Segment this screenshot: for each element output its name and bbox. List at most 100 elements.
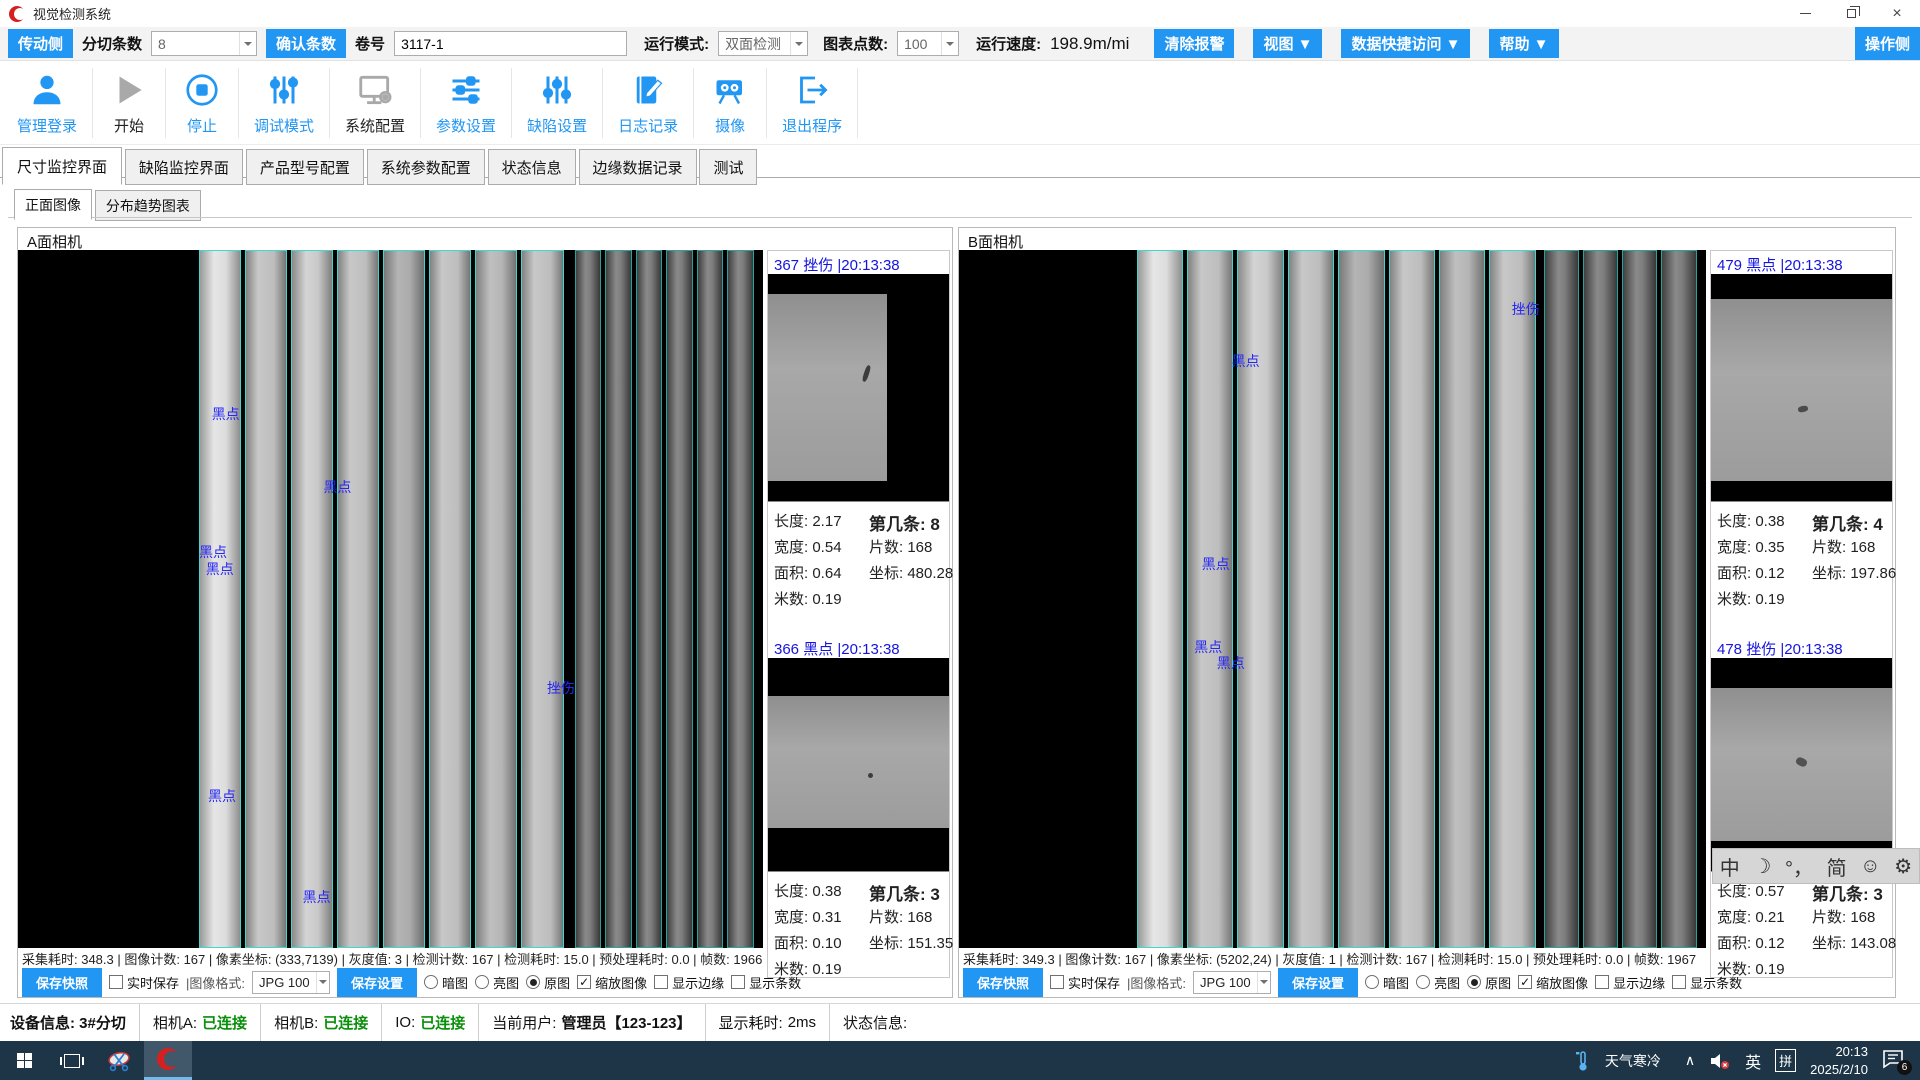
operator-side-button[interactable]: 操作侧 — [1855, 27, 1920, 60]
start-button[interactable]: 开始 — [93, 68, 166, 138]
notification-center-button[interactable]: 6 — [1882, 1049, 1908, 1073]
title-bar: 视觉检测系统 × — [0, 0, 1920, 27]
start-button[interactable] — [0, 1041, 48, 1080]
confirm-count-button[interactable]: 确认条数 — [266, 29, 346, 58]
app-logo-icon — [9, 6, 25, 22]
inspection-app-taskbar-button[interactable] — [144, 1041, 192, 1080]
ime-punctuation-icon[interactable]: °， — [1785, 852, 1813, 881]
defect-card[interactable]: 479 黑点 |20:13:38 长度: 0.38 宽度: 0.35 面积: 0… — [1711, 251, 1892, 614]
close-button[interactable]: × — [1874, 0, 1920, 27]
dark-image-radio[interactable]: 暗图 — [424, 973, 468, 992]
tab-status-info[interactable]: 状态信息 — [488, 149, 576, 185]
language-indicator[interactable]: 英 — [1745, 1049, 1761, 1073]
minimize-button[interactable] — [1782, 0, 1828, 27]
realtime-save-checkbox[interactable]: 实时保存 — [1050, 973, 1120, 992]
show-edge-checkbox[interactable]: 显示边缘 — [654, 973, 724, 992]
width-label: 宽度: — [774, 909, 808, 926]
length-value: 2.17 — [812, 513, 841, 530]
strip-no-label: 第几条: — [1812, 885, 1869, 904]
thermometer-icon — [1575, 1050, 1591, 1072]
tab-defect-monitor[interactable]: 缺陷监控界面 — [125, 149, 243, 185]
ime-halfwidth-icon[interactable]: ☽ — [1753, 854, 1771, 879]
data-quick-access-button[interactable]: 数据快捷访问 ▼ — [1341, 29, 1470, 58]
speaker-muted-icon[interactable] — [1709, 1052, 1731, 1070]
camera-capture-button[interactable]: 摄像 — [694, 68, 767, 138]
clear-alarm-button[interactable]: 清除报警 — [1154, 29, 1234, 58]
tray-expand-chevron[interactable]: ∧ — [1685, 1052, 1695, 1069]
help-menu-button[interactable]: 帮助 ▼ — [1489, 29, 1558, 58]
emoji-icon[interactable]: ☺ — [1860, 855, 1880, 878]
sliders-vertical-icon — [536, 69, 578, 111]
camera-b-image[interactable]: 黑点 挫伤 黑点 黑点 黑点 — [959, 250, 1706, 948]
tab-test[interactable]: 测试 — [699, 149, 757, 185]
bright-image-radio[interactable]: 亮图 — [1416, 973, 1460, 992]
gear-icon[interactable]: ⚙ — [1894, 854, 1912, 879]
original-image-radio[interactable]: 原图 — [1467, 973, 1511, 992]
meters-value: 0.19 — [812, 591, 841, 608]
zoom-image-checkbox[interactable]: ✓缩放图像 — [1518, 973, 1588, 992]
run-mode-select[interactable]: 双面检测 — [718, 31, 808, 56]
image-format-select[interactable]: JPG 100 — [1193, 971, 1271, 994]
show-edge-checkbox[interactable]: 显示边缘 — [1595, 973, 1665, 992]
stop-button[interactable]: 停止 — [166, 68, 239, 138]
parameter-settings-button[interactable]: 参数设置 — [421, 68, 512, 138]
pieces-value: 168 — [907, 539, 932, 556]
strip-no-label: 第几条: — [869, 885, 926, 904]
drive-side-button[interactable]: 传动侧 — [8, 29, 73, 58]
camera-a-image[interactable]: 黑点 黑点 黑点 黑点 挫伤 黑点 黑点 — [18, 250, 763, 948]
coord-label: 坐标: — [1812, 565, 1846, 582]
ime-lang-button[interactable]: 中 — [1720, 852, 1740, 881]
task-view-icon — [64, 1054, 80, 1068]
dark-image-radio[interactable]: 暗图 — [1365, 973, 1409, 992]
debug-mode-button[interactable]: 调试模式 — [239, 68, 330, 138]
strip-no-label: 第几条: — [1812, 515, 1869, 534]
save-snapshot-button[interactable]: 保存快照 — [22, 968, 102, 997]
pieces-value: 168 — [1850, 539, 1875, 556]
tab-system-param-config[interactable]: 系统参数配置 — [367, 149, 485, 185]
save-settings-button[interactable]: 保存设置 — [1278, 968, 1358, 997]
weather-text[interactable]: 天气寒冷 — [1605, 1051, 1661, 1071]
bright-image-radio[interactable]: 亮图 — [475, 973, 519, 992]
snipping-tool-button[interactable] — [96, 1041, 144, 1080]
slit-count-select[interactable]: 8 — [151, 31, 257, 56]
ime-mode-indicator[interactable]: 拼 — [1775, 1049, 1796, 1072]
inspection-app-icon — [157, 1048, 179, 1070]
ime-simplified-button[interactable]: 简 — [1827, 852, 1847, 881]
defect-marker-label: 黑点 — [206, 559, 234, 579]
taskbar-clock[interactable]: 20:13 2025/2/10 — [1810, 1043, 1868, 1078]
chart-points-select[interactable]: 100 — [897, 31, 959, 56]
defect-settings-button[interactable]: 缺陷设置 — [512, 68, 603, 138]
area-label: 面积: — [774, 935, 808, 952]
tab-size-monitor[interactable]: 尺寸监控界面 — [2, 147, 122, 185]
user-icon — [26, 69, 68, 111]
image-format-select[interactable]: JPG 100 — [252, 971, 330, 994]
camera-a-conn-status: 已连接 — [202, 1012, 247, 1033]
subtab-front-image[interactable]: 正面图像 — [14, 189, 92, 220]
width-label: 宽度: — [1717, 909, 1751, 926]
strip-no-value: 3 — [930, 885, 939, 904]
system-config-button[interactable]: 系统配置 — [330, 68, 421, 138]
roll-number-input[interactable] — [394, 31, 627, 56]
show-strips-checkbox[interactable]: 显示条数 — [731, 973, 801, 992]
defect-marker-label: 挫伤 — [1512, 299, 1540, 319]
task-view-button[interactable] — [48, 1041, 96, 1080]
defect-card[interactable]: 367 挫伤 |20:13:38 长度: 2.17 宽度: 0.54 面积: 0… — [768, 251, 949, 614]
save-settings-button[interactable]: 保存设置 — [337, 968, 417, 997]
zoom-image-checkbox[interactable]: ✓缩放图像 — [577, 973, 647, 992]
tab-edge-data-record[interactable]: 边缘数据记录 — [579, 149, 697, 185]
view-menu-button[interactable]: 视图 ▼ — [1253, 29, 1322, 58]
tab-product-model-config[interactable]: 产品型号配置 — [246, 149, 364, 185]
defect-card[interactable]: 478 挫伤 |20:13:38 长度: 0.57 宽度: 0.21 面积: 0… — [1711, 635, 1892, 984]
original-image-radio[interactable]: 原图 — [526, 973, 570, 992]
show-strips-checkbox[interactable]: 显示条数 — [1672, 973, 1742, 992]
defect-card[interactable]: 366 黑点 |20:13:38 长度: 0.38 宽度: 0.31 面积: 0… — [768, 635, 949, 984]
camera-b-controls: 保存快照 实时保存 |图像格式: JPG 100 保存设置 暗图 亮图 原图 ✓… — [963, 969, 1705, 995]
realtime-save-checkbox[interactable]: 实时保存 — [109, 973, 179, 992]
exit-program-button[interactable]: 退出程序 — [767, 68, 858, 138]
save-snapshot-button[interactable]: 保存快照 — [963, 968, 1043, 997]
admin-login-button[interactable]: 管理登录 — [2, 68, 93, 138]
device-info: 设备信息: 3#分切 — [10, 1012, 126, 1033]
log-record-button[interactable]: 日志记录 — [603, 68, 694, 138]
maximize-button[interactable] — [1828, 0, 1874, 27]
sliders-vertical-icon — [263, 69, 305, 111]
